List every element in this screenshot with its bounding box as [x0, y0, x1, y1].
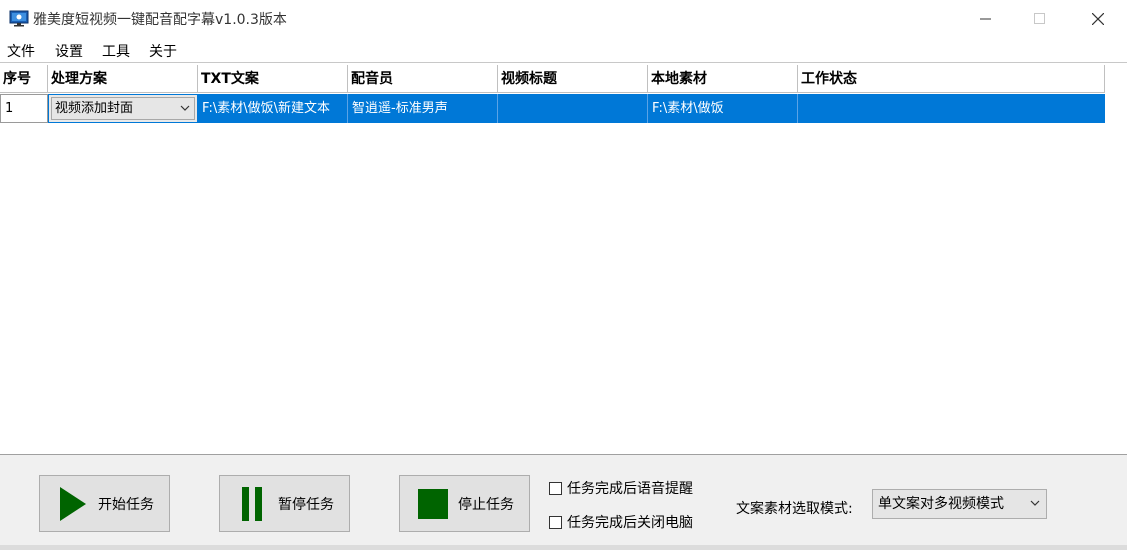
stop-icon [418, 487, 448, 521]
voice-notify-checkbox[interactable]: 任务完成后语音提醒 [549, 478, 693, 498]
close-button[interactable] [1072, 0, 1124, 38]
column-header-voice[interactable]: 配音员 [348, 65, 498, 93]
minimize-button[interactable] [960, 0, 1012, 38]
window-title: 雅美度短视频一键配音配字幕v1.0.3版本 [33, 12, 287, 28]
voice-notify-label[interactable]: 任务完成后语音提醒 [567, 478, 693, 498]
column-header-scheme[interactable]: 处理方案 [48, 65, 198, 93]
mode-dropdown[interactable]: 单文案对多视频模式 [872, 489, 1047, 519]
chevron-down-icon[interactable] [1029, 490, 1041, 528]
stop-task-button[interactable]: 停止任务 [399, 475, 530, 532]
cell-txt[interactable]: F:\素材\做饭\新建文本 [198, 94, 348, 123]
column-header-video-title[interactable]: 视频标题 [498, 65, 648, 93]
cell-video-title[interactable] [498, 94, 648, 123]
column-header-status[interactable]: 工作状态 [798, 65, 1105, 93]
maximize-button[interactable] [1014, 0, 1066, 38]
pause-task-label: 暂停任务 [278, 496, 334, 513]
start-task-label: 开始任务 [98, 496, 154, 513]
shutdown-box[interactable] [549, 515, 562, 529]
column-header-local-material[interactable]: 本地素材 [648, 65, 798, 93]
title-bar: 雅美度短视频一键配音配字幕v1.0.3版本 [0, 0, 1127, 38]
menu-settings[interactable]: 设置 [55, 41, 83, 61]
scheme-dropdown[interactable]: 视频添加封面 [51, 97, 195, 120]
pause-task-button[interactable]: 暂停任务 [219, 475, 350, 532]
shutdown-checkbox[interactable]: 任务完成后关闭电脑 [549, 512, 693, 532]
menu-tools[interactable]: 工具 [102, 41, 130, 61]
menu-bar: 文件 设置 工具 关于 [0, 38, 1127, 62]
column-header-index[interactable]: 序号 [0, 65, 48, 93]
menu-file[interactable]: 文件 [7, 41, 35, 61]
cell-scheme[interactable]: 视频添加封面 [48, 94, 198, 123]
cell-index[interactable]: 1 [0, 94, 48, 123]
scheme-dropdown-value: 视频添加封面 [55, 101, 134, 116]
play-icon [58, 486, 88, 521]
stop-task-label: 停止任务 [458, 496, 514, 513]
chevron-down-icon[interactable] [179, 98, 191, 122]
mode-label: 文案素材选取模式: [736, 501, 853, 517]
voice-notify-box[interactable] [549, 481, 562, 495]
app-monitor-icon [9, 10, 29, 27]
shutdown-label[interactable]: 任务完成后关闭电脑 [567, 512, 693, 532]
column-header-txt[interactable]: TXT文案 [198, 65, 348, 93]
mode-dropdown-value: 单文案对多视频模式 [878, 496, 1004, 512]
cell-voice[interactable]: 智逍遥-标准男声 [348, 94, 498, 123]
status-strip [0, 545, 1127, 550]
pause-icon [238, 486, 268, 521]
cell-local-material[interactable]: F:\素材\做饭 [648, 94, 798, 123]
control-panel: 开始任务 暂停任务 停止任务 任务完成后语音提醒 任务完成后关闭电脑 文案素材选… [0, 455, 1127, 550]
start-task-button[interactable]: 开始任务 [39, 475, 170, 532]
menu-about[interactable]: 关于 [149, 41, 177, 61]
cell-status[interactable] [798, 94, 1105, 123]
task-table: 序号 处理方案 TXT文案 配音员 视频标题 本地素材 工作状态 1 视频添加封… [0, 62, 1127, 455]
